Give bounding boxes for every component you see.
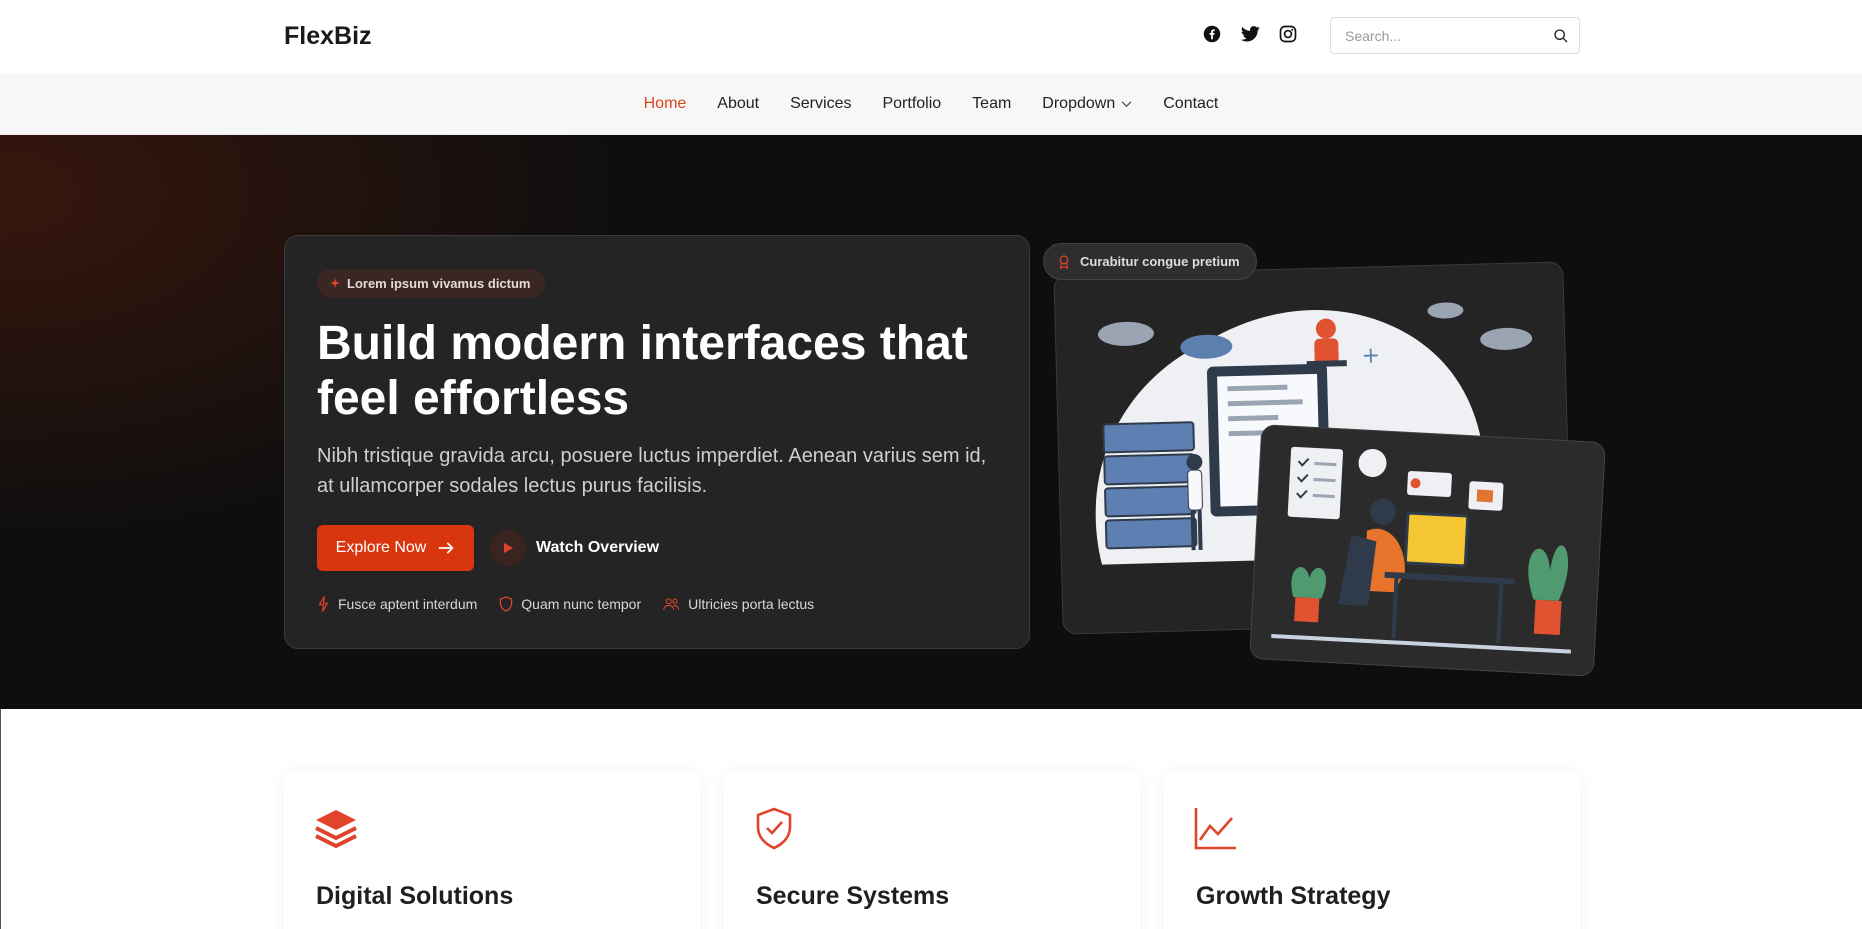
explore-now-button[interactable]: Explore Now — [317, 525, 474, 571]
layers-icon — [315, 810, 357, 849]
search-icon[interactable] — [1543, 18, 1579, 53]
hero-card: Lorem ipsum vivamus dictum Build modern … — [284, 235, 1030, 649]
service-card[interactable]: Growth Strategy — [1164, 770, 1580, 929]
svg-text:+: + — [1361, 343, 1380, 368]
top-header: FlexBiz — [0, 0, 1862, 74]
chart-line-icon — [1194, 808, 1236, 850]
feature-label: Quam nunc tempor — [521, 596, 642, 612]
feature-label: Fusce aptent interdum — [338, 596, 478, 612]
hero-illustration: + Curabitur congue pretium — [1040, 243, 1640, 677]
services-cards: Digital Solutions Secure Systems Growth … — [284, 770, 1580, 929]
card-title: Secure Systems — [756, 882, 950, 910]
watch-overview-button[interactable]: Watch Overview — [490, 529, 659, 567]
feature-item: Ultricies porta lectus — [663, 596, 814, 612]
instagram-icon[interactable] — [1276, 22, 1300, 46]
illustration-tag-text: Curabitur congue pretium — [1080, 254, 1240, 269]
shield-check-icon — [756, 807, 792, 850]
hero-title: Build modern interfaces that feel effort… — [317, 317, 968, 425]
feature-item: Fusce aptent interdum — [317, 596, 477, 612]
card-title: Digital Solutions — [316, 882, 514, 910]
nav-team[interactable]: Team — [972, 95, 1011, 113]
arrow-right-icon — [439, 542, 454, 554]
nav-about[interactable]: About — [717, 95, 759, 113]
play-icon — [490, 530, 526, 566]
nav-services[interactable]: Services — [790, 95, 851, 113]
users-icon — [663, 598, 680, 610]
service-card[interactable]: Secure Systems — [724, 770, 1140, 929]
workspace-illustration — [1271, 446, 1572, 654]
hero-section: Lorem ipsum vivamus dictum Build modern … — [0, 135, 1862, 709]
card-title: Growth Strategy — [1196, 882, 1391, 910]
sparkle-icon — [330, 278, 340, 288]
explore-now-label: Explore Now — [335, 539, 427, 556]
hero-badge-text: Lorem ipsum vivamus dictum — [347, 276, 531, 291]
brand-logo[interactable]: FlexBiz — [284, 22, 372, 51]
facebook-icon[interactable] — [1200, 22, 1224, 46]
social-links — [1200, 22, 1300, 46]
feature-label: Ultricies porta lectus — [688, 596, 815, 612]
nav-dropdown[interactable]: Dropdown — [1042, 95, 1132, 113]
nav-dropdown-label: Dropdown — [1042, 95, 1116, 112]
illustration-tag: Curabitur congue pretium — [1043, 243, 1257, 280]
illustration-panel-front — [1249, 424, 1606, 677]
main-navigation: Home About Services Portfolio Team Dropd… — [0, 74, 1862, 135]
watch-overview-label: Watch Overview — [536, 539, 660, 556]
hero-subtitle: Nibh tristique gravida arcu, posuere luc… — [317, 445, 987, 497]
service-card[interactable]: Digital Solutions — [284, 770, 700, 929]
chevron-down-icon — [1121, 100, 1132, 107]
nav-home[interactable]: Home — [644, 95, 687, 113]
shield-icon — [500, 596, 513, 612]
nav-portfolio[interactable]: Portfolio — [882, 95, 941, 113]
twitter-icon[interactable] — [1238, 22, 1262, 46]
hero-badge: Lorem ipsum vivamus dictum — [317, 269, 545, 298]
feature-item: Quam nunc tempor — [499, 596, 641, 612]
award-icon — [1059, 255, 1069, 269]
search-box — [1330, 17, 1580, 54]
hero-features: Fusce aptent interdum Quam nunc tempor U… — [317, 596, 814, 612]
bolt-icon — [318, 596, 329, 612]
nav-contact[interactable]: Contact — [1163, 95, 1218, 113]
search-input[interactable] — [1331, 27, 1543, 44]
